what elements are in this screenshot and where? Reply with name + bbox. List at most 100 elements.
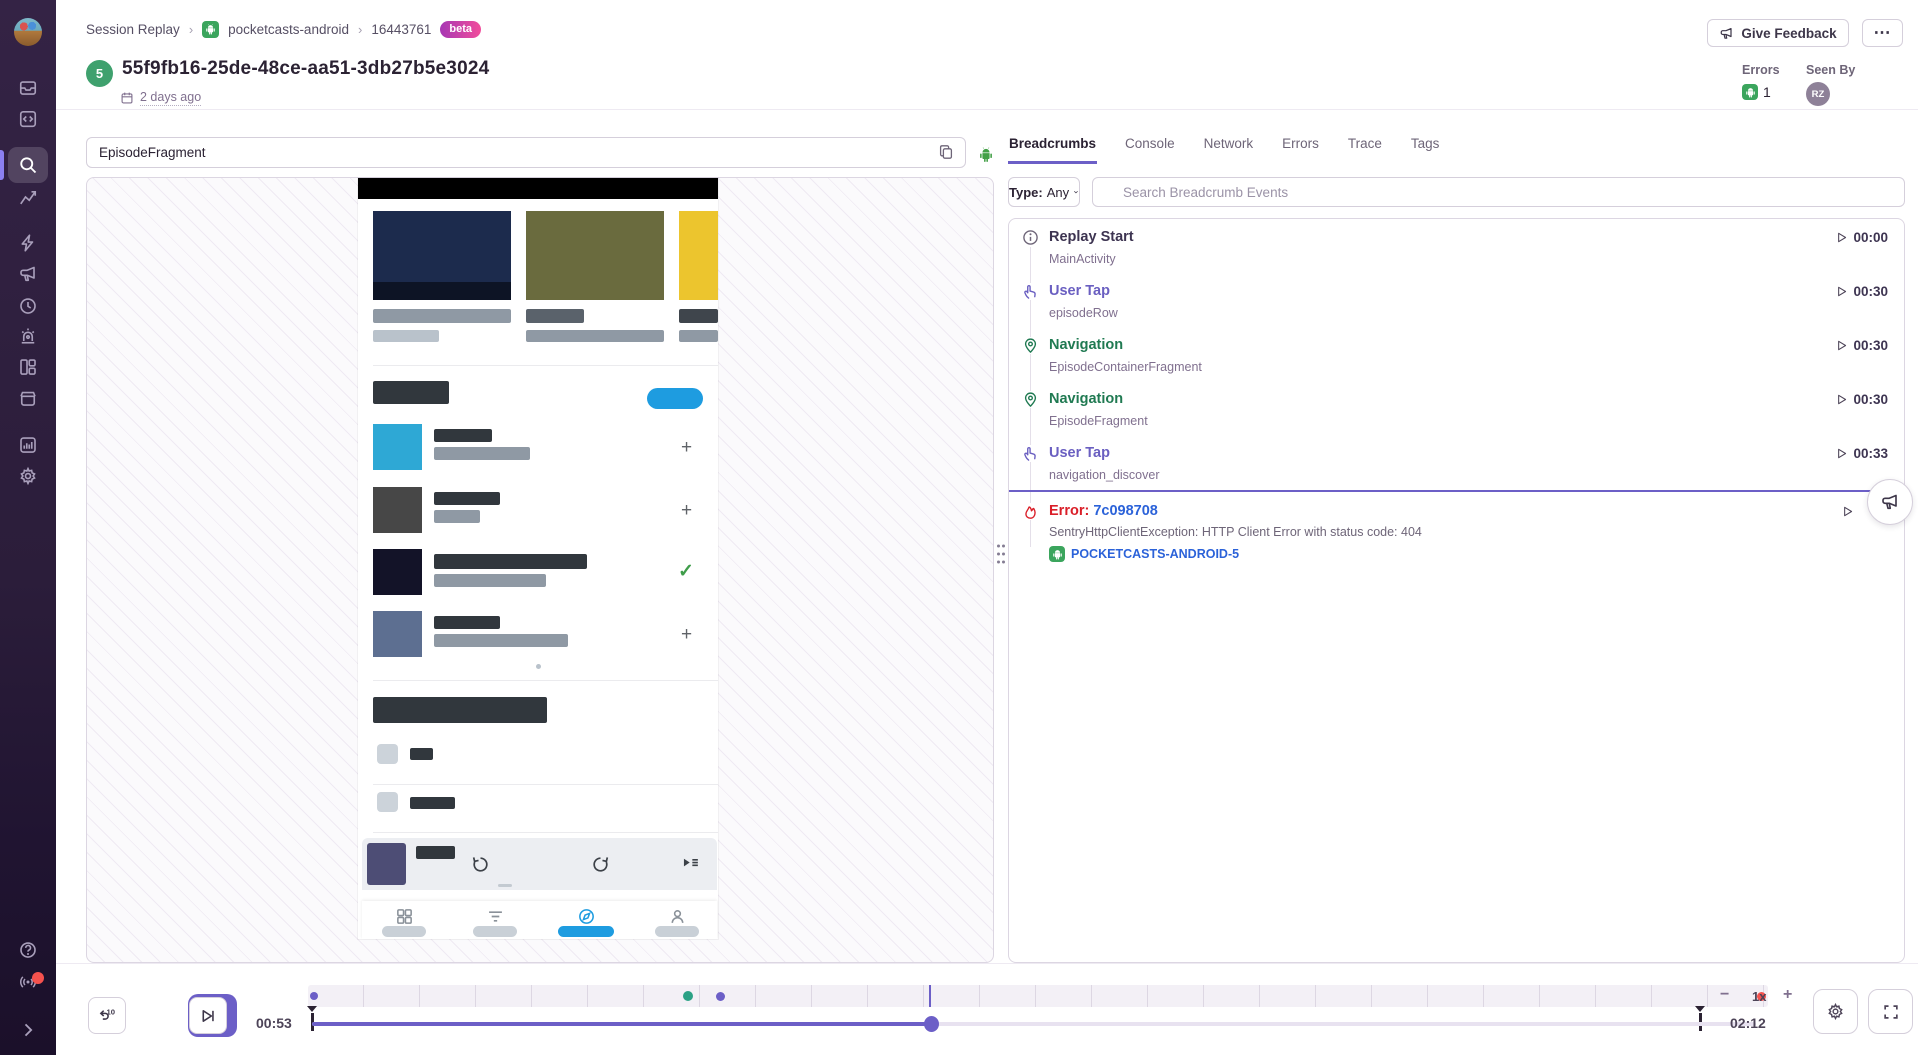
- timeline-range-start-handle[interactable]: [307, 1006, 317, 1012]
- timeline-zoom-out-button[interactable]: −: [1720, 986, 1729, 1004]
- error-description: SentryHttpClientException: HTTP Client E…: [1049, 525, 1422, 539]
- projects-icon[interactable]: [18, 109, 38, 129]
- type-filter-dropdown[interactable]: Type: Any: [1008, 177, 1080, 207]
- error-project-name: POCKETCASTS-ANDROID-5: [1071, 547, 1239, 561]
- minimap-tap-marker: [716, 992, 725, 1001]
- event-timestamp[interactable]: 00:30: [1835, 284, 1888, 299]
- event-timestamp[interactable]: 00:33: [1835, 446, 1888, 461]
- issues-icon[interactable]: [18, 78, 38, 98]
- tab-errors[interactable]: Errors: [1281, 130, 1320, 161]
- wireframe-plus-icon: +: [681, 438, 692, 457]
- rewind-10-button[interactable]: 10: [88, 997, 126, 1034]
- give-feedback-button[interactable]: Give Feedback: [1707, 19, 1849, 47]
- page-title: 55f9fb16-25de-48ce-aa51-3db27b5e3024: [122, 58, 489, 80]
- timeline-range-end-handle[interactable]: [1695, 1006, 1705, 1012]
- settings-gear-icon[interactable]: [18, 466, 38, 486]
- android-platform-icon: [977, 146, 995, 164]
- releases-lightning-icon[interactable]: [18, 233, 38, 253]
- event-timestamp[interactable]: 00:00: [1835, 230, 1888, 245]
- tab-tags[interactable]: Tags: [1410, 130, 1441, 161]
- wireframe-bottom-nav: [362, 901, 717, 939]
- event-description: EpisodeFragment: [1049, 414, 1148, 428]
- wireframe-thumb: [373, 611, 422, 657]
- fullscreen-button[interactable]: [1868, 989, 1913, 1034]
- breadcrumb-separator: ›: [189, 22, 193, 37]
- event-timestamp[interactable]: 00:30: [1835, 392, 1888, 407]
- insights-chart-icon[interactable]: [18, 435, 38, 455]
- chevron-down-icon: [1073, 187, 1079, 197]
- dashboards-icon[interactable]: [18, 357, 38, 377]
- detail-tabs: Breadcrumbs Console Network Errors Trace…: [1008, 130, 1440, 170]
- wireframe-small-square: [377, 792, 398, 812]
- tab-network[interactable]: Network: [1203, 130, 1255, 161]
- calendar-icon: [120, 91, 134, 105]
- skip-to-end-button[interactable]: [189, 997, 227, 1034]
- sidebar: [0, 0, 56, 1055]
- errors-count[interactable]: 1: [1763, 84, 1771, 100]
- replay-age-text[interactable]: 2 days ago: [140, 90, 201, 106]
- timeline-zoom-in-button[interactable]: +: [1783, 986, 1792, 1004]
- alerts-siren-icon[interactable]: [18, 326, 38, 346]
- event-time-text: 00:30: [1853, 338, 1888, 353]
- scrubber-playhead-knob[interactable]: [924, 1016, 939, 1032]
- player-settings-gear-button[interactable]: [1813, 989, 1858, 1034]
- wireframe-bar: [416, 846, 455, 859]
- sidebar-expand-chevron-icon[interactable]: [18, 1020, 38, 1040]
- panel-resize-handle[interactable]: [995, 540, 1007, 568]
- tab-breadcrumbs[interactable]: Breadcrumbs: [1008, 130, 1097, 164]
- wireframe-check-icon: ✓: [678, 560, 694, 583]
- play-icon: [1835, 231, 1848, 244]
- replays-clock-icon[interactable]: [18, 296, 38, 316]
- timeline-zoom-level[interactable]: 1x: [1752, 989, 1766, 1004]
- wireframe-divider: [373, 680, 718, 681]
- breadcrumb-section[interactable]: Session Replay: [86, 22, 180, 37]
- header: Session Replay › pocketcasts-android › 1…: [56, 0, 1918, 110]
- info-icon: [1022, 229, 1039, 246]
- event-title[interactable]: User Tap: [1049, 283, 1110, 299]
- event-timestamp[interactable]: 00:30: [1835, 338, 1888, 353]
- breadcrumb-search-input[interactable]: [1092, 177, 1905, 207]
- breadcrumb-replay-id[interactable]: 16443761: [371, 22, 431, 37]
- play-icon: [1835, 285, 1848, 298]
- wireframe-statusbar: [358, 178, 718, 199]
- event-description: navigation_discover: [1049, 468, 1160, 482]
- current-time-label: 00:53: [256, 1015, 292, 1031]
- wireframe-rewind-icon: [470, 854, 491, 880]
- copy-icon[interactable]: [934, 141, 958, 165]
- feedback-widget-button[interactable]: [1867, 479, 1913, 525]
- stats-icon[interactable]: [18, 187, 38, 207]
- navigation-pin-icon: [1022, 391, 1039, 408]
- wireframe-tile: [526, 211, 664, 300]
- breadcrumb-project[interactable]: pocketcasts-android: [228, 22, 349, 37]
- tab-console[interactable]: Console: [1124, 130, 1176, 161]
- sidebar-active-indicator: [0, 150, 4, 180]
- error-id-link[interactable]: 7c098708: [1093, 503, 1158, 519]
- type-filter-value: Any: [1047, 185, 1069, 200]
- event-title[interactable]: User Tap: [1049, 445, 1110, 461]
- integrations-box-icon[interactable]: [18, 388, 38, 408]
- replay-count-badge: 5: [86, 60, 113, 87]
- more-options-button[interactable]: ⋯: [1862, 19, 1903, 47]
- error-play-timestamp[interactable]: [1841, 505, 1854, 518]
- event-title[interactable]: Navigation: [1049, 337, 1123, 353]
- navigation-pin-icon: [1022, 337, 1039, 354]
- wireframe-bar: [373, 309, 511, 323]
- help-icon[interactable]: [18, 940, 38, 960]
- beta-badge: beta: [440, 21, 481, 38]
- timeline-minimap[interactable]: [308, 985, 1768, 1007]
- user-feedback-megaphone-icon[interactable]: [18, 264, 38, 284]
- search-icon[interactable]: [18, 155, 38, 175]
- wireframe-bar: [679, 309, 718, 323]
- org-avatar[interactable]: [14, 18, 42, 46]
- minimap-navigation-marker: [683, 991, 693, 1001]
- wireframe-nav-pill: [382, 926, 426, 937]
- error-event-title: Error: 7c098708: [1049, 503, 1158, 519]
- event-title[interactable]: Navigation: [1049, 391, 1123, 407]
- event-title[interactable]: Replay Start: [1049, 229, 1134, 245]
- give-feedback-label: Give Feedback: [1741, 26, 1836, 41]
- dom-search-input[interactable]: [86, 137, 966, 168]
- tab-trace[interactable]: Trace: [1347, 130, 1383, 161]
- wireframe-divider: [373, 365, 718, 366]
- error-project-link[interactable]: POCKETCASTS-ANDROID-5: [1049, 546, 1239, 562]
- user-tap-icon: [1022, 445, 1039, 462]
